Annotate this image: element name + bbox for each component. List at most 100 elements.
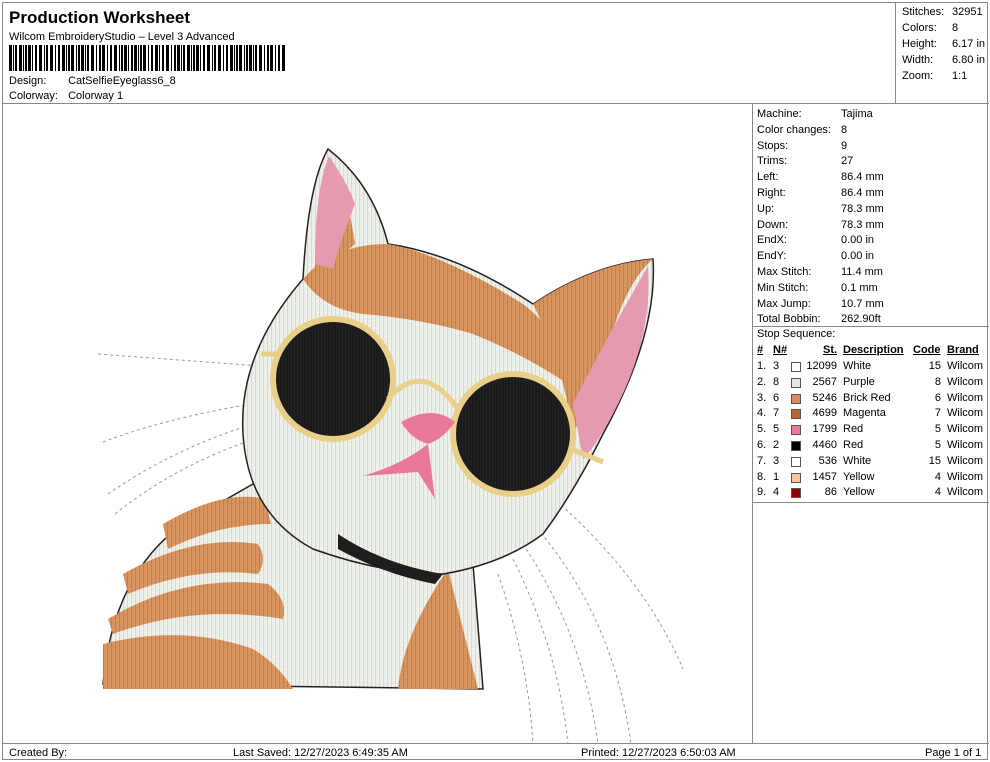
stop-code: 5 xyxy=(934,439,941,451)
page-number: Page 1 of 1 xyxy=(925,747,982,759)
stop-row: 4. 7 4699 Magenta 7 Wilcom xyxy=(757,407,989,421)
stat-value: 8 xyxy=(952,22,959,34)
stop-code: 7 xyxy=(934,407,941,420)
stop-needle: 4 xyxy=(773,486,780,499)
created-by: Created By: xyxy=(9,747,68,759)
stat-label: Zoom: xyxy=(902,70,934,82)
stop-description: Yellow xyxy=(843,470,875,483)
machine-property-row: Down: 78.3 mm xyxy=(757,219,884,231)
property-value: 0.00 in xyxy=(841,250,875,263)
stat-value: 32951 xyxy=(952,6,983,18)
design-stats-panel: Stitches: 32951 Colors: 8 Height: 6.17 in W… xyxy=(895,3,989,103)
stop-brand: Wilcom xyxy=(947,407,984,420)
color-swatch xyxy=(791,393,801,404)
stop-description: Magenta xyxy=(843,407,886,420)
stop-needle: 3 xyxy=(773,360,780,372)
design-row: Design: CatSelfieEyeglass6_8 xyxy=(9,75,176,87)
col-code: Code xyxy=(913,344,941,356)
property-label: Stops: xyxy=(757,139,789,152)
col-n: N# xyxy=(773,344,788,356)
machine-property-row: Up: 78.3 mm xyxy=(757,203,884,215)
stat-label: Stitches: xyxy=(902,6,945,18)
page-title: Production Worksheet xyxy=(9,8,191,27)
property-label: EndY: xyxy=(757,250,787,263)
property-value: 11.4 mm xyxy=(841,266,883,278)
machine-property-row: EndY: 0.00 in xyxy=(757,250,874,262)
last-saved: Last Saved: 12/27/2023 6:49:35 AM xyxy=(233,747,408,759)
stop-description: Red xyxy=(843,439,864,451)
color-swatch xyxy=(791,425,801,436)
stat-row: Zoom: 1:1 xyxy=(902,70,990,82)
stop-needle: 8 xyxy=(773,375,780,388)
machine-property-row: Left: 86.4 mm xyxy=(757,171,884,183)
property-value: 0.1 mm xyxy=(841,281,878,294)
machine-property-row: Max Stitch: 11.4 mm xyxy=(757,266,883,278)
stop-description: Brick Red xyxy=(843,391,891,404)
barcode-icon xyxy=(9,45,285,71)
stat-label: Width: xyxy=(902,54,934,66)
panel-divider xyxy=(753,326,989,327)
color-swatch xyxy=(791,441,801,451)
stop-code: 6 xyxy=(934,391,941,404)
worksheet-footer: Created By: Last Saved: 12/27/2023 6:49:… xyxy=(3,743,989,761)
stop-num: 3. xyxy=(757,391,767,404)
stop-code: 5 xyxy=(934,423,941,436)
property-value: 0.00 in xyxy=(841,234,875,247)
colorway-label: Colorway: xyxy=(9,90,58,102)
design-value: CatSelfieEyeglass6_8 xyxy=(68,75,176,87)
color-swatch xyxy=(791,456,801,467)
stop-description: White xyxy=(843,360,872,372)
machine-property-row: Max Jump: 10.7 mm xyxy=(757,298,884,310)
machine-property-row: Right: 86.4 mm xyxy=(757,187,884,199)
stop-stitches: 1457 xyxy=(812,470,837,483)
stop-row: 7. 3 536 White 15 Wilcom xyxy=(757,455,989,469)
stop-num: 6. xyxy=(757,439,767,451)
stat-row: Colors: 8 xyxy=(902,22,990,34)
property-value: 78.3 mm xyxy=(841,202,884,215)
property-value: 78.3 mm xyxy=(841,218,884,231)
property-label: EndX: xyxy=(757,234,787,247)
color-swatch xyxy=(791,409,801,420)
panel-divider xyxy=(753,502,989,503)
machine-property-row: EndX: 0.00 in xyxy=(757,234,874,246)
col-num: # xyxy=(757,344,764,356)
stop-description: Purple xyxy=(843,375,875,388)
stop-row: 1. 3 12099 White 15 Wilcom xyxy=(757,360,989,374)
col-brand: Brand xyxy=(947,344,979,356)
property-label: Color changes: xyxy=(757,123,831,136)
stop-description: White xyxy=(843,454,872,467)
machine-property-row: Trims: 27 xyxy=(757,155,853,167)
stat-value: 1:1 xyxy=(952,70,968,82)
machine-property-row: Stops: 9 xyxy=(757,140,847,152)
software-subtitle: Wilcom EmbroideryStudio – Level 3 Advanc… xyxy=(9,31,235,43)
stop-needle: 1 xyxy=(773,470,780,483)
property-label: Trims: xyxy=(757,155,788,168)
stop-brand: Wilcom xyxy=(947,423,984,436)
machine-property-row: Machine: Tajima xyxy=(757,108,873,120)
stop-row: 8. 1 1457 Yellow 4 Wilcom xyxy=(757,471,989,485)
stop-num: 8. xyxy=(757,470,767,483)
property-value: 8 xyxy=(841,123,848,136)
property-value: 27 xyxy=(841,155,854,168)
stop-code: 15 xyxy=(928,454,941,467)
color-swatch xyxy=(791,472,801,483)
stop-code: 4 xyxy=(934,486,941,499)
worksheet-header: Production Worksheet Wilcom EmbroiderySt… xyxy=(3,3,895,103)
property-label: Left: xyxy=(757,171,779,184)
stop-needle: 5 xyxy=(773,423,780,436)
property-label: Right: xyxy=(757,187,786,199)
stop-num: 7. xyxy=(757,454,767,467)
printed-date: Printed: 12/27/2023 6:50:03 AM xyxy=(581,747,736,759)
stop-row: 9. 4 86 Yellow 4 Wilcom xyxy=(757,486,989,500)
property-value: 86.4 mm xyxy=(841,187,884,199)
stat-label: Colors: xyxy=(902,22,937,34)
property-label: Total Bobbin: xyxy=(757,313,821,326)
stop-brand: Wilcom xyxy=(947,486,984,499)
design-label: Design: xyxy=(9,75,47,87)
stat-row: Height: 6.17 in xyxy=(902,38,990,50)
stop-brand: Wilcom xyxy=(947,360,984,372)
stop-num: 9. xyxy=(757,486,767,499)
stop-num: 1. xyxy=(757,360,767,372)
color-swatch xyxy=(791,488,801,499)
stat-row: Width: 6.80 in xyxy=(902,54,990,66)
